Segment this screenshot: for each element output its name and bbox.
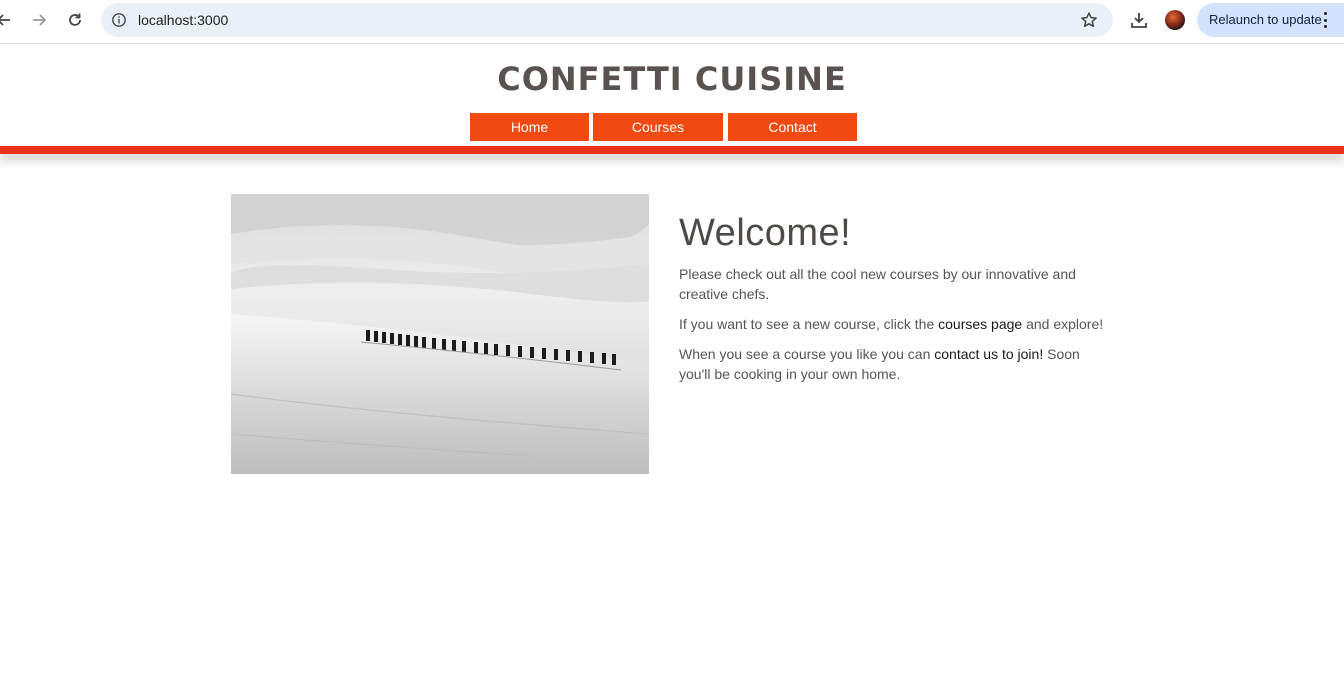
url-text[interactable]: localhost:3000 — [138, 3, 228, 37]
courses-text-before: If you want to see a new course, click t… — [679, 316, 939, 332]
contact-link[interactable]: contact us to join! — [934, 346, 1043, 362]
courses-paragraph: If you want to see a new course, click t… — [679, 314, 1104, 334]
hero-image — [231, 194, 649, 474]
nav-contact[interactable]: Contact — [728, 113, 857, 141]
site-title: CONFETTI CUISINE — [497, 60, 847, 98]
relaunch-label: Relaunch to update — [1209, 12, 1322, 27]
header-divider — [0, 146, 1344, 154]
download-icon[interactable] — [1127, 8, 1151, 32]
courses-page-link[interactable]: courses page — [938, 316, 1022, 332]
nav-home[interactable]: Home — [470, 113, 589, 141]
relaunch-button[interactable]: Relaunch to update — [1197, 3, 1344, 37]
profile-avatar[interactable] — [1165, 10, 1185, 30]
forward-arrow-icon[interactable] — [27, 8, 51, 32]
courses-text-after: and explore! — [1022, 316, 1104, 332]
welcome-heading: Welcome! — [679, 212, 852, 254]
contact-paragraph: When you see a course you like you can c… — [679, 344, 1104, 384]
star-icon[interactable] — [1079, 10, 1099, 30]
more-vert-icon[interactable] — [1321, 12, 1329, 28]
back-arrow-icon[interactable] — [0, 8, 16, 32]
reload-icon[interactable] — [63, 8, 87, 32]
browser-toolbar: localhost:3000 Relaunch to update — [0, 0, 1344, 44]
site-header: CONFETTI CUISINE Home Courses Contact — [0, 44, 1344, 146]
address-bar[interactable]: localhost:3000 — [101, 3, 1113, 37]
nav-courses[interactable]: Courses — [593, 113, 723, 141]
info-icon[interactable] — [109, 10, 129, 30]
intro-paragraph: Please check out all the cool new course… — [679, 266, 1076, 302]
contact-text-before: When you see a course you like you can — [679, 346, 935, 362]
